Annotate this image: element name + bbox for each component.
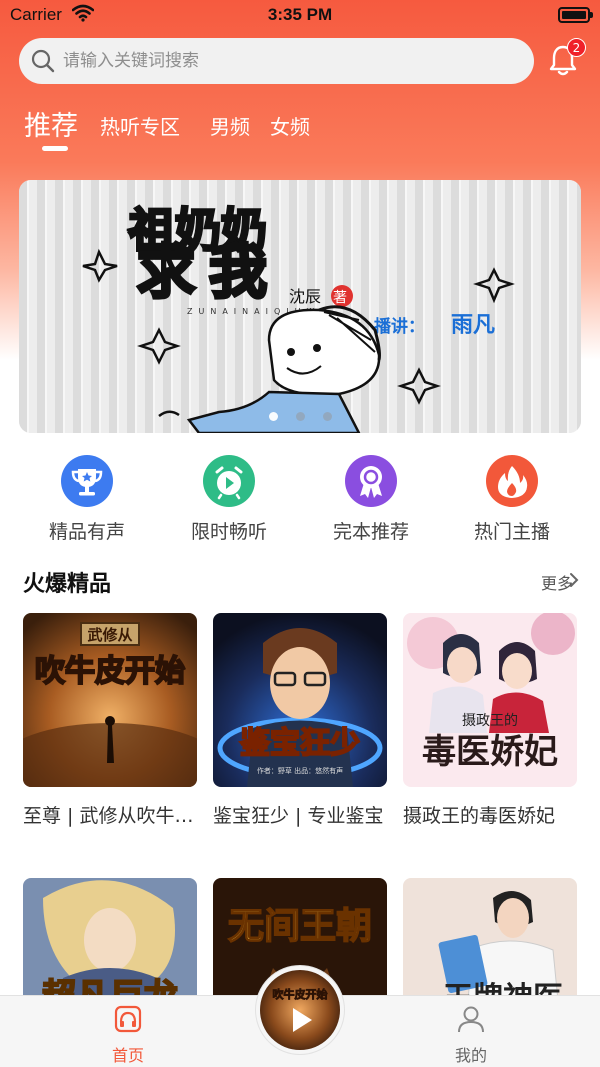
category-shortcuts: 精品有声 限时畅听 完本推荐 热门主播 (0, 455, 600, 550)
carousel-dot[interactable] (268, 412, 278, 421)
tab-male-channel[interactable]: 男频 (210, 111, 250, 140)
cover-small-text: 作者：野草 出品：悠然有声 (257, 766, 343, 775)
book-cover[interactable]: 摄政王的 毒医娇妃 (403, 613, 577, 787)
tab-mine[interactable]: 我的 (431, 1004, 511, 1066)
user-icon (456, 1006, 486, 1038)
section-title: 火爆精品 (23, 572, 112, 597)
now-playing-cover: 吹牛皮开始 (260, 970, 340, 1050)
tab-mine-label: 我的 (454, 1046, 487, 1065)
cover-title-text: 无间王朝 (228, 905, 372, 947)
tab-hot-listening[interactable]: 热听专区 (100, 111, 180, 140)
banner-author-suffix: 著 (333, 290, 347, 306)
category-label: 限时畅听 (190, 521, 267, 543)
book-title: 至尊 | 武修从吹牛皮开始 (23, 805, 197, 827)
search-bar[interactable] (19, 38, 534, 84)
book-title: 鉴宝狂少 | 专业鉴宝 (213, 805, 384, 827)
category-completed-recommend[interactable]: 完本推荐 (301, 455, 441, 544)
category-label: 完本推荐 (332, 521, 409, 543)
home-icon (113, 1005, 143, 1038)
book-card[interactable]: 摄政王的 毒医娇妃 摄政王的毒医娇妃 (403, 613, 577, 828)
banner-narrator-label: 播讲： (374, 316, 425, 337)
tab-female-channel[interactable]: 女频 (270, 111, 310, 140)
category-limited-listening[interactable]: 限时畅听 (159, 455, 299, 544)
tab-home-label: 首页 (111, 1046, 144, 1065)
flame-icon (486, 455, 538, 507)
carousel-indicator (19, 406, 581, 425)
category-popular-hosts[interactable]: 热门主播 (442, 455, 582, 544)
book-card[interactable]: 武修从 吹牛皮开始 至尊 | 武修从吹牛皮开始 (23, 613, 197, 828)
chevron-right-icon[interactable] (569, 572, 579, 592)
book-cover[interactable]: 武修从 吹牛皮开始 (23, 613, 197, 787)
tab-home[interactable]: 首页 (88, 1004, 168, 1066)
category-label: 精品有声 (48, 521, 125, 543)
bell-icon (548, 45, 578, 80)
battery-icon (558, 7, 593, 23)
banner-carousel[interactable]: 祖奶奶 求我 沈辰 著 ZUNAINAIQIUWO 播讲： 雨凡 (19, 180, 581, 433)
cover-title-text: 毒医娇妃 (422, 732, 558, 772)
cover-top-text: 摄政王的 (462, 713, 518, 729)
section-header: 火爆精品 更多 (23, 566, 579, 597)
book-cover[interactable]: 鉴宝狂少 作者：野草 出品：悠然有声 (213, 613, 387, 787)
alarm-clock-icon (203, 455, 255, 507)
banner-narrator: 雨凡 (451, 313, 495, 338)
banner-author: 沈辰 (289, 287, 321, 306)
clock: 3:35 PM (267, 5, 333, 24)
tab-recommended[interactable]: 推荐 (24, 104, 78, 143)
now-playing-cover-text: 吹牛皮开始 (273, 987, 328, 1001)
book-card[interactable]: 鉴宝狂少 作者：野草 出品：悠然有声 鉴宝狂少 | 专业鉴宝 (213, 613, 387, 828)
carousel-dot[interactable] (295, 412, 305, 421)
category-premium-audio[interactable]: 精品有声 (17, 455, 157, 544)
status-bar: Carrier 3:35 PM (0, 0, 600, 32)
medal-icon (345, 455, 397, 507)
banner-title-line2: 求我 (137, 238, 281, 306)
cover-title-text: 吹牛皮开始 (35, 654, 185, 689)
cover-title-text: 鉴宝狂少 (239, 726, 360, 761)
active-tab-indicator (42, 146, 68, 151)
now-playing-button[interactable]: 吹牛皮开始 (255, 965, 345, 1055)
search-input[interactable] (63, 38, 523, 84)
notification-bell-button[interactable]: 2 (548, 38, 586, 80)
notification-badge: 2 (567, 38, 586, 57)
search-icon (31, 49, 55, 77)
book-title: 摄政王的毒医娇妃 (403, 805, 556, 827)
carousel-dot[interactable] (322, 412, 332, 421)
trophy-icon (61, 455, 113, 507)
cover-top-text: 武修从 (87, 626, 132, 644)
category-label: 热门主播 (473, 521, 550, 543)
